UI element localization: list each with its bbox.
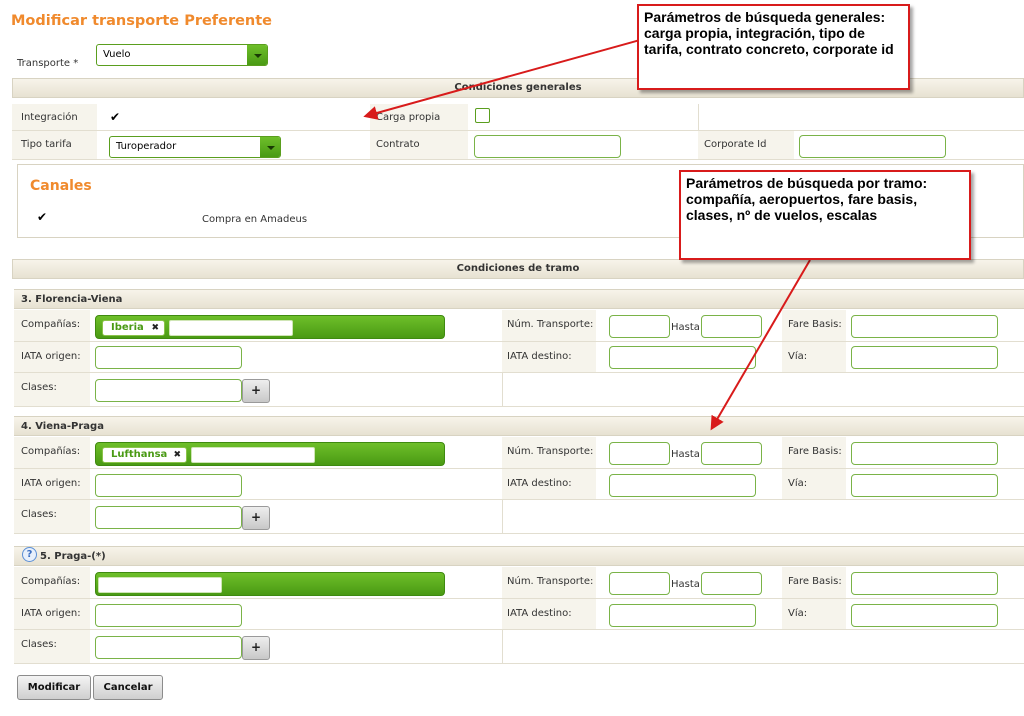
tipo-tarifa-label: Tipo tarifa bbox=[21, 139, 72, 150]
companias-tag-input[interactable]: Lufthansa ✖ bbox=[95, 442, 445, 466]
remove-tag-icon[interactable]: ✖ bbox=[173, 448, 181, 462]
company-tag[interactable]: Iberia ✖ bbox=[102, 320, 165, 336]
iata-destino-field[interactable] bbox=[609, 346, 756, 369]
tramo-title-text: 3. Florencia-Viena bbox=[21, 294, 123, 305]
canal-amadeus-label: Compra en Amadeus bbox=[202, 214, 308, 225]
company-tag[interactable]: Lufthansa ✖ bbox=[102, 447, 187, 463]
companias-label: Compañías: bbox=[21, 576, 81, 587]
hasta-label: Hasta bbox=[671, 322, 700, 333]
clases-field[interactable] bbox=[95, 379, 242, 402]
num-transporte-hasta-field[interactable] bbox=[701, 572, 762, 595]
num-transporte-label: Núm. Transporte: bbox=[507, 576, 594, 587]
num-transporte-desde-field[interactable] bbox=[609, 315, 670, 338]
clases-field[interactable] bbox=[95, 506, 242, 529]
hasta-label: Hasta bbox=[671, 579, 700, 590]
via-label: Vía: bbox=[788, 478, 808, 489]
add-clase-button[interactable]: + bbox=[242, 379, 270, 403]
tipo-tarifa-value: Turoperador bbox=[116, 141, 177, 152]
companias-tag-input[interactable]: Iberia ✖ bbox=[95, 315, 445, 339]
annotation-note-tramo: Parámetros de búsqueda por tramo: compañ… bbox=[679, 170, 971, 260]
iata-origen-field[interactable] bbox=[95, 346, 242, 369]
company-tag-label: Lufthansa bbox=[111, 449, 168, 460]
iata-origen-field[interactable] bbox=[95, 604, 242, 627]
plus-icon: + bbox=[250, 640, 262, 654]
contrato-label: Contrato bbox=[376, 139, 420, 150]
companias-label: Compañías: bbox=[21, 446, 81, 457]
tramo-title-text: 4. Viena-Praga bbox=[21, 421, 104, 432]
companias-label: Compañías: bbox=[21, 319, 81, 330]
transporte-select-value: Vuelo bbox=[103, 49, 131, 60]
transporte-select[interactable]: Vuelo bbox=[96, 44, 268, 66]
clases-label: Clases: bbox=[21, 382, 57, 393]
fare-basis-field[interactable] bbox=[851, 315, 998, 338]
via-field[interactable] bbox=[851, 604, 998, 627]
iata-destino-label: IATA destino: bbox=[507, 608, 572, 619]
num-transporte-hasta-field[interactable] bbox=[701, 315, 762, 338]
help-icon[interactable]: ? bbox=[22, 547, 37, 562]
canal-amadeus-checkbox[interactable]: ✔ bbox=[37, 210, 51, 224]
num-transporte-label: Núm. Transporte: bbox=[507, 446, 594, 457]
contrato-field[interactable] bbox=[474, 135, 621, 158]
generales-row-1 bbox=[12, 104, 1024, 131]
iata-origen-label: IATA origen: bbox=[21, 608, 81, 619]
companias-search-input[interactable] bbox=[169, 320, 293, 336]
integracion-label: Integración bbox=[21, 112, 78, 123]
iata-destino-label: IATA destino: bbox=[507, 351, 572, 362]
via-field[interactable] bbox=[851, 474, 998, 497]
companias-search-input[interactable] bbox=[98, 577, 222, 593]
add-clase-button[interactable]: + bbox=[242, 506, 270, 530]
corporate-id-label: Corporate Id bbox=[704, 139, 767, 150]
fare-basis-label: Fare Basis: bbox=[788, 446, 842, 457]
transporte-label: Transporte * bbox=[17, 58, 79, 69]
modificar-button[interactable]: Modificar bbox=[17, 675, 91, 700]
chevron-down-icon bbox=[260, 137, 280, 157]
iata-destino-field[interactable] bbox=[609, 604, 756, 627]
clases-field[interactable] bbox=[95, 636, 242, 659]
fare-basis-label: Fare Basis: bbox=[788, 576, 842, 587]
companias-tag-input[interactable] bbox=[95, 572, 445, 596]
iata-destino-field[interactable] bbox=[609, 474, 756, 497]
tramo-title-text: 5. Praga-(*) bbox=[40, 551, 106, 562]
num-transporte-label: Núm. Transporte: bbox=[507, 319, 594, 330]
carga-propia-checkbox[interactable] bbox=[475, 108, 490, 123]
num-transporte-hasta-field[interactable] bbox=[701, 442, 762, 465]
fare-basis-field[interactable] bbox=[851, 442, 998, 465]
clases-label: Clases: bbox=[21, 509, 57, 520]
iata-origen-label: IATA origen: bbox=[21, 478, 81, 489]
condiciones-tramo-header: Condiciones de tramo bbox=[12, 259, 1024, 279]
iata-origen-label: IATA origen: bbox=[21, 351, 81, 362]
canales-title: Canales bbox=[30, 178, 92, 194]
via-label: Vía: bbox=[788, 351, 808, 362]
tramo-title: 4. Viena-Praga bbox=[14, 416, 1024, 436]
fare-basis-field[interactable] bbox=[851, 572, 998, 595]
fare-basis-label: Fare Basis: bbox=[788, 319, 842, 330]
iata-origen-field[interactable] bbox=[95, 474, 242, 497]
integracion-checkbox[interactable]: ✔ bbox=[110, 110, 124, 124]
via-label: Vía: bbox=[788, 608, 808, 619]
via-field[interactable] bbox=[851, 346, 998, 369]
plus-icon: + bbox=[250, 510, 262, 524]
num-transporte-desde-field[interactable] bbox=[609, 572, 670, 595]
tramo-title: 5. Praga-(*) bbox=[14, 546, 1024, 566]
companias-search-input[interactable] bbox=[191, 447, 315, 463]
add-clase-button[interactable]: + bbox=[242, 636, 270, 660]
annotation-note-generales: Parámetros de búsqueda generales: carga … bbox=[637, 4, 910, 90]
iata-destino-label: IATA destino: bbox=[507, 478, 572, 489]
plus-icon: + bbox=[250, 383, 262, 397]
page-title: Modificar transporte Preferente bbox=[11, 13, 273, 29]
num-transporte-desde-field[interactable] bbox=[609, 442, 670, 465]
chevron-down-icon bbox=[247, 45, 267, 65]
tipo-tarifa-select[interactable]: Turoperador bbox=[109, 136, 281, 158]
hasta-label: Hasta bbox=[671, 449, 700, 460]
clases-label: Clases: bbox=[21, 639, 57, 650]
company-tag-label: Iberia bbox=[111, 322, 144, 333]
remove-tag-icon[interactable]: ✖ bbox=[151, 321, 159, 335]
corporate-id-field[interactable] bbox=[799, 135, 946, 158]
carga-propia-label: Carga propia bbox=[376, 112, 441, 123]
tramo-title: 3. Florencia-Viena bbox=[14, 289, 1024, 309]
cancelar-button[interactable]: Cancelar bbox=[93, 675, 163, 700]
